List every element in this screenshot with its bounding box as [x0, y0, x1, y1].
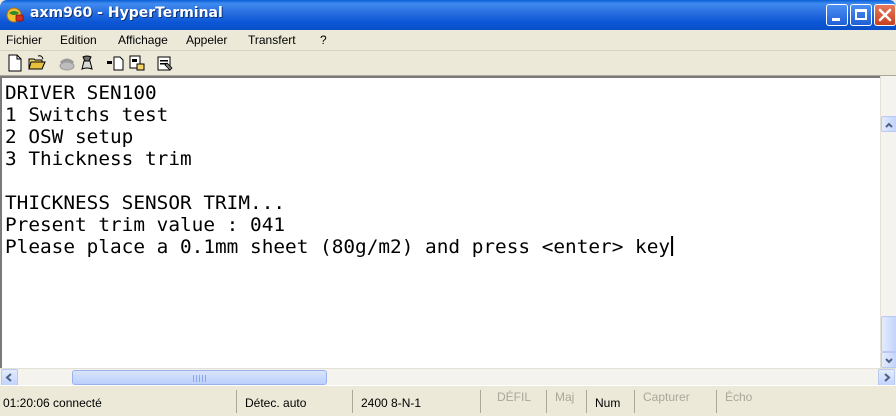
menu-transfert[interactable]: Transfert: [248, 33, 296, 47]
terminal-last-line: Please place a 0.1mm sheet (80g/m2) and …: [5, 236, 674, 258]
maximize-button[interactable]: [850, 4, 872, 26]
terminal-line: DRIVER SEN100: [5, 82, 157, 104]
receive-icon[interactable]: [128, 54, 146, 72]
scroll-up-button[interactable]: [881, 116, 896, 132]
chevron-left-icon: [5, 373, 12, 382]
terminal-line: Please place a 0.1mm sheet (80g/m2) and …: [5, 236, 671, 258]
terminal-line: 3 Thickness trim: [5, 148, 192, 170]
status-scroll: DÉFIL: [480, 390, 546, 413]
horizontal-scrollbar[interactable]: [0, 368, 896, 386]
grip-icon: [193, 375, 207, 382]
properties-icon[interactable]: [156, 54, 174, 72]
chevron-down-icon: [885, 358, 893, 364]
terminal-screen[interactable]: DRIVER SEN100 1 Switchs test 2 OSW setup…: [0, 76, 880, 368]
terminal-line: Present trim value : 041: [5, 214, 286, 236]
text-cursor: [671, 236, 674, 256]
menu-edition[interactable]: Edition: [60, 33, 97, 47]
send-icon[interactable]: [106, 54, 124, 72]
status-connection: 01:20:06 connecté: [3, 396, 102, 410]
status-caps: Maj: [546, 390, 586, 413]
menu-help[interactable]: ?: [320, 33, 327, 47]
status-detect: Détec. auto: [236, 390, 352, 413]
scroll-left-button[interactable]: [1, 369, 18, 386]
hyperterminal-app-icon[interactable]: [6, 6, 24, 24]
scroll-thumb[interactable]: [881, 316, 896, 352]
status-capture: Capturer: [634, 390, 716, 413]
horizontal-scroll-thumb[interactable]: [72, 370, 327, 385]
toolbar: [0, 51, 896, 76]
title-bar[interactable]: axm960 - HyperTerminal: [0, 0, 896, 30]
dial-phone-icon[interactable]: [58, 54, 76, 72]
menu-fichier[interactable]: Fichier: [6, 33, 42, 47]
status-num: Num: [586, 390, 634, 413]
menu-appeler[interactable]: Appeler: [186, 33, 227, 47]
maximize-icon: [855, 9, 867, 20]
open-folder-icon[interactable]: [28, 54, 46, 72]
terminal-line: 1 Switchs test: [5, 104, 169, 126]
chevron-up-icon: [885, 122, 893, 128]
hang-up-icon[interactable]: [78, 54, 96, 72]
close-button[interactable]: [874, 4, 896, 26]
minimize-icon: [832, 18, 840, 21]
menu-affichage[interactable]: Affichage: [118, 33, 168, 47]
scroll-down-button[interactable]: [881, 352, 896, 368]
menu-bar: Fichier Edition Affichage Appeler Transf…: [0, 30, 896, 51]
close-icon: [878, 8, 892, 22]
window-title: axm960 - HyperTerminal: [30, 5, 223, 21]
chevron-right-icon: [884, 373, 891, 382]
minimize-button[interactable]: [826, 4, 848, 26]
vertical-scrollbar[interactable]: [880, 76, 896, 368]
new-document-icon[interactable]: [6, 54, 24, 72]
terminal-line: THICKNESS SENSOR TRIM...: [5, 192, 286, 214]
hyperterminal-window: axm960 - HyperTerminal Fichier Edition A…: [0, 0, 896, 416]
status-echo: Écho: [716, 390, 796, 413]
status-bar: 01:20:06 connecté Détec. auto 2400 8-N-1…: [0, 385, 896, 416]
status-settings: 2400 8-N-1: [352, 390, 480, 413]
scroll-right-button[interactable]: [878, 369, 895, 386]
terminal-line: 2 OSW setup: [5, 126, 134, 148]
